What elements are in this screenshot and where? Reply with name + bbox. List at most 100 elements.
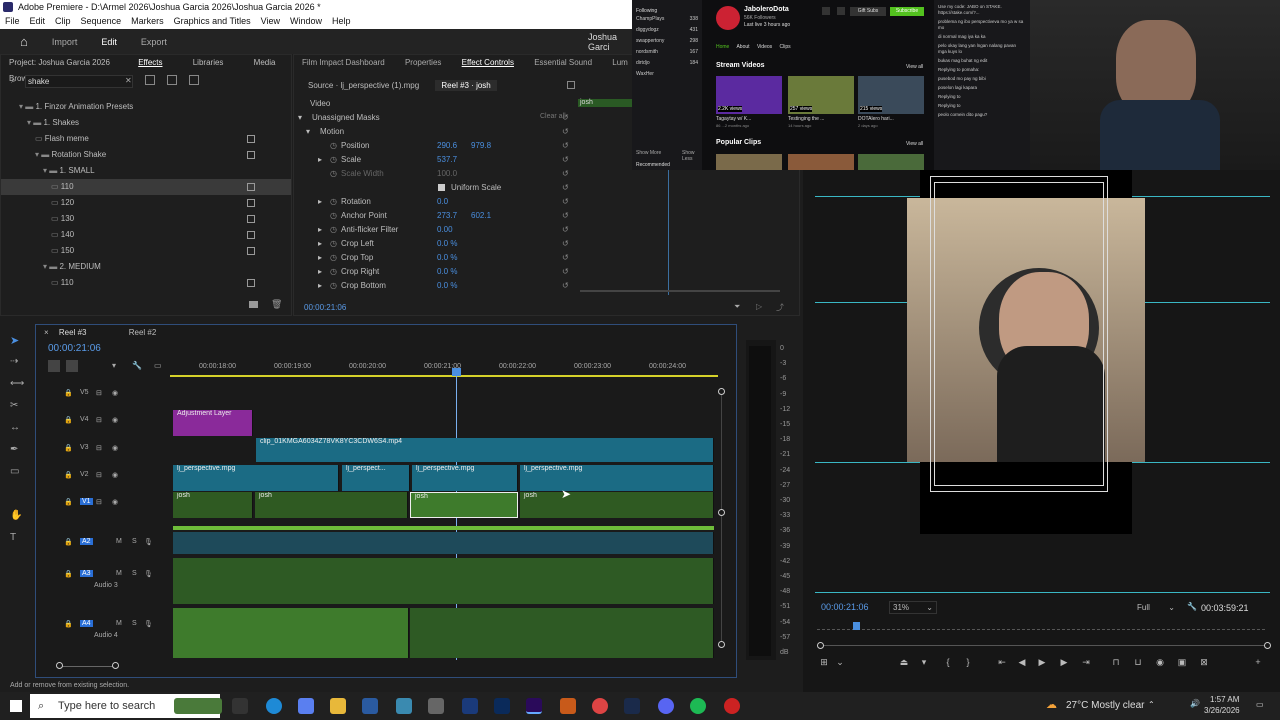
menu-edit[interactable]: Edit <box>30 14 46 29</box>
track-name[interactable]: A4 <box>80 620 93 627</box>
step-back-icon[interactable]: ◀ <box>1016 656 1028 668</box>
clip-thumb-3[interactable] <box>858 154 924 170</box>
stopwatch-icon[interactable]: ◷ <box>330 279 337 293</box>
track-name[interactable]: V1 <box>80 498 93 505</box>
ec-property-row[interactable]: ▾ Motion ↺ <box>294 125 584 139</box>
sync-icon[interactable]: ⊟ <box>96 444 102 452</box>
task-view-icon[interactable] <box>232 698 248 714</box>
ec-zoom-scrollbar[interactable] <box>580 290 780 292</box>
sync-icon[interactable]: ⊟ <box>96 498 102 506</box>
v2-clip-3[interactable]: lj_perspective.mpg <box>412 465 518 491</box>
v2-clip-4[interactable]: lj_perspective.mpg <box>520 465 714 491</box>
track-name[interactable]: A2 <box>80 538 93 545</box>
tab-lumetri[interactable]: Lum <box>612 55 628 71</box>
snap-icon[interactable] <box>48 360 60 372</box>
panel-menu-icon[interactable] <box>567 81 575 89</box>
menu-file[interactable]: File <box>5 14 20 29</box>
tree-item[interactable]: ▭ 120 <box>1 195 291 211</box>
timeline-hscroll[interactable] <box>60 666 116 667</box>
track-name[interactable]: V4 <box>80 416 89 423</box>
close-tab-icon[interactable]: × <box>44 328 49 337</box>
uniform-scale-checkbox[interactable] <box>438 184 445 191</box>
weather-icon[interactable]: ☁ <box>1046 698 1057 711</box>
clock-date[interactable]: 3/26/2026 <box>1204 706 1240 715</box>
a4-audio-clip-1[interactable] <box>173 608 409 658</box>
step-forward-icon[interactable]: ▶ <box>1058 656 1070 668</box>
go-to-out-icon[interactable]: ⇥ <box>1080 656 1092 668</box>
file-explorer-icon[interactable] <box>330 698 346 714</box>
v1-clip-4[interactable]: josh <box>520 492 714 518</box>
eye-icon[interactable]: ◉ <box>112 444 118 452</box>
stopwatch-icon[interactable]: ◷ <box>330 251 337 265</box>
tree-item[interactable]: ▭ 140 <box>1 227 291 243</box>
add-marker-icon[interactable]: ⊞ <box>818 656 830 668</box>
play-icon[interactable]: ▶ <box>1036 656 1048 668</box>
mute-button[interactable]: M <box>116 538 122 545</box>
tab-export[interactable]: Export <box>141 37 167 47</box>
reset-icon[interactable]: ↺ <box>562 153 569 167</box>
track-name[interactable]: V2 <box>80 471 89 478</box>
track-name[interactable]: V5 <box>80 389 89 396</box>
menu-sequence[interactable]: Sequence <box>81 14 122 29</box>
property-value[interactable]: 100.0 <box>437 167 457 181</box>
clock-time[interactable]: 1:57 AM <box>1210 695 1239 704</box>
yuv-effects-icon[interactable] <box>189 75 199 85</box>
program-ruler[interactable] <box>817 624 1265 630</box>
tree-item[interactable]: ▾ ▬ 1. Shakes <box>1 115 291 131</box>
v3-clip[interactable]: clip_01KMGA6034Z78VK8YC3CDW6S4.mp4 <box>256 438 714 462</box>
solo-button[interactable]: S <box>132 538 137 545</box>
expand-arrow-icon[interactable]: ▸ <box>318 153 322 167</box>
timeline-tab-reel3[interactable]: Reel #3 <box>59 328 87 337</box>
clip-thumb-2[interactable] <box>788 154 854 170</box>
timeline-vscroll[interactable] <box>721 391 722 645</box>
tab-effect-controls[interactable]: Effect Controls <box>462 55 514 71</box>
expand-arrow-icon[interactable]: ▾ <box>306 125 310 139</box>
tab-edit[interactable]: Edit <box>101 37 117 47</box>
property-value[interactable]: 290.6 <box>437 139 457 153</box>
reset-icon[interactable]: ↺ <box>562 167 569 181</box>
stopwatch-icon[interactable]: ◷ <box>330 167 337 181</box>
lock-icon[interactable]: 🔒 <box>64 620 73 628</box>
property-value[interactable]: 0.0 % <box>437 251 457 265</box>
menu-graphics[interactable]: Graphics and Titles <box>174 14 251 29</box>
zoom-select[interactable]: 31% ⌄ <box>889 601 937 614</box>
track-name[interactable]: V3 <box>80 444 89 451</box>
stopwatch-icon[interactable]: ◷ <box>330 153 337 167</box>
property-value[interactable]: 0.0 % <box>437 265 457 279</box>
tab-film-impact[interactable]: Film Impact Dashboard <box>302 55 385 71</box>
vscroll-handle-top[interactable] <box>718 388 725 395</box>
hscroll-handle-left[interactable] <box>56 662 63 669</box>
photoshop-icon[interactable] <box>494 698 510 714</box>
overwrite-icon[interactable]: ⊔ <box>1132 656 1144 668</box>
button-editor-icon[interactable]: ⊠ <box>1198 656 1210 668</box>
show-more-button[interactable]: Show More <box>636 150 661 156</box>
reset-icon[interactable]: ↺ <box>562 125 569 139</box>
razor-icon[interactable]: ✂ <box>10 400 18 411</box>
nav-home[interactable]: Home <box>716 44 729 50</box>
reset-icon[interactable]: ↺ <box>562 181 569 195</box>
expand-arrow-icon[interactable]: ▸ <box>318 223 322 237</box>
reset-icon[interactable]: ↺ <box>562 237 569 251</box>
notification-icon[interactable] <box>822 7 830 15</box>
eye-icon[interactable]: ◉ <box>112 416 118 424</box>
stopwatch-icon[interactable]: ◷ <box>330 237 337 251</box>
add-marker-icon[interactable]: ▾ <box>112 361 116 370</box>
copilot-icon[interactable] <box>298 698 314 714</box>
video-title-3[interactable]: DOTAlero hari... <box>858 116 924 122</box>
mute-button[interactable]: M <box>116 570 122 577</box>
marker-icon[interactable]: ▾ <box>918 656 930 668</box>
new-bin-icon[interactable] <box>249 301 258 308</box>
libraries-tab[interactable]: Libraries <box>193 58 224 67</box>
play-audio-icon[interactable]: ▷ <box>756 302 762 311</box>
reset-icon[interactable]: ↺ <box>562 251 569 265</box>
obs-icon[interactable] <box>724 698 740 714</box>
video-title-1[interactable]: Tagaytay w/ K... <box>716 116 782 122</box>
property-value[interactable]: 0.00 <box>437 223 453 237</box>
effects-tab[interactable]: Effects <box>138 58 162 67</box>
lock-icon[interactable]: 🔒 <box>64 444 73 452</box>
taskbar-widget-icon[interactable] <box>174 698 222 714</box>
expand-arrow-icon[interactable]: ▸ <box>318 195 322 209</box>
mark-in-icon[interactable]: { <box>942 656 954 668</box>
ec-property-row[interactable]: ▸ ◷ Crop Bottom 0.0 % ↺ <box>294 279 584 293</box>
stopwatch-icon[interactable]: ◷ <box>330 265 337 279</box>
